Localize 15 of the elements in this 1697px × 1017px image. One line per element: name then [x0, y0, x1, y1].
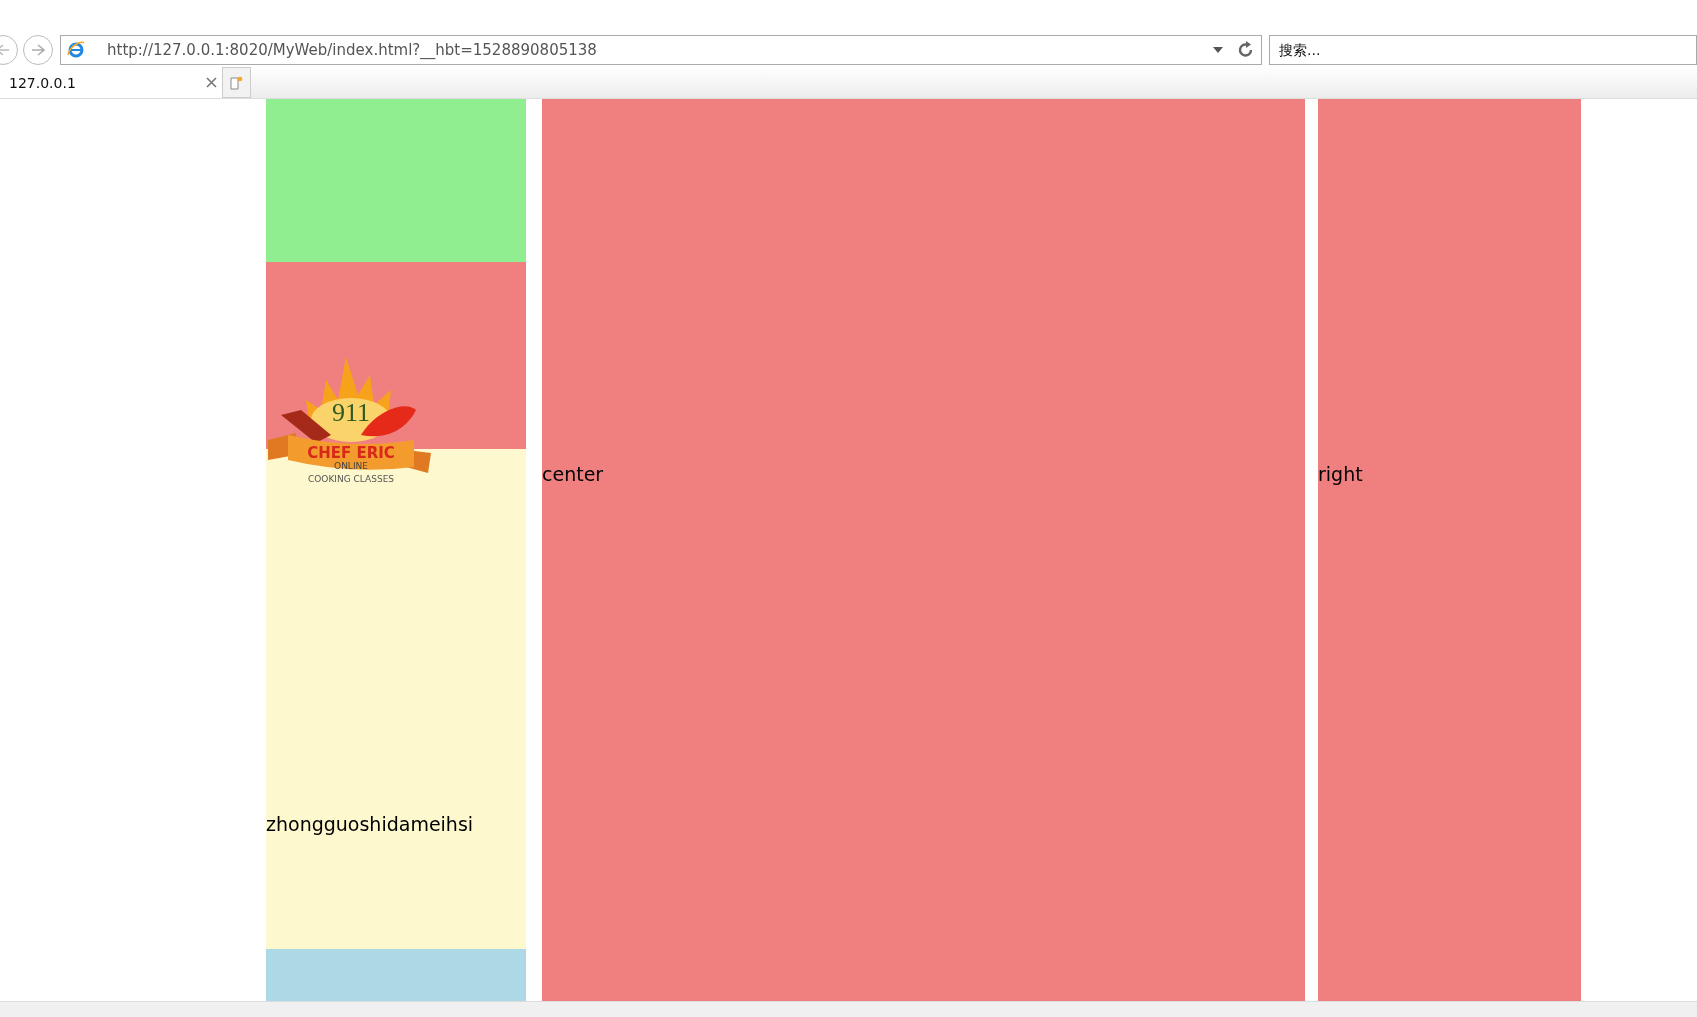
close-icon[interactable] [206, 77, 217, 88]
address-bar[interactable]: http://127.0.0.1:8020/MyWeb/index.html?__hbt=1528890805138 [60, 35, 1262, 65]
panel-text: right [1318, 463, 1363, 485]
browser-logo-icon [67, 41, 85, 59]
panel-text: center [542, 463, 604, 485]
url-text: http://127.0.0.1:8020/MyWeb/index.html?__hbt=1528890805138 [107, 41, 598, 59]
refresh-icon[interactable] [1237, 41, 1255, 59]
new-page-icon [230, 75, 243, 90]
chef-logo: 911 CHEF ERIC ONLINE COOKING CLASSES [266, 355, 444, 487]
right-arrow-icon [31, 44, 45, 56]
block-text: zhongguoshidameihsi [266, 813, 474, 835]
tab-title: 127.0.0.1 [9, 74, 76, 91]
dropdown-caret-icon[interactable] [1213, 47, 1223, 53]
left-arrow-icon [0, 44, 10, 56]
search-field[interactable]: 搜索... [1269, 35, 1697, 65]
